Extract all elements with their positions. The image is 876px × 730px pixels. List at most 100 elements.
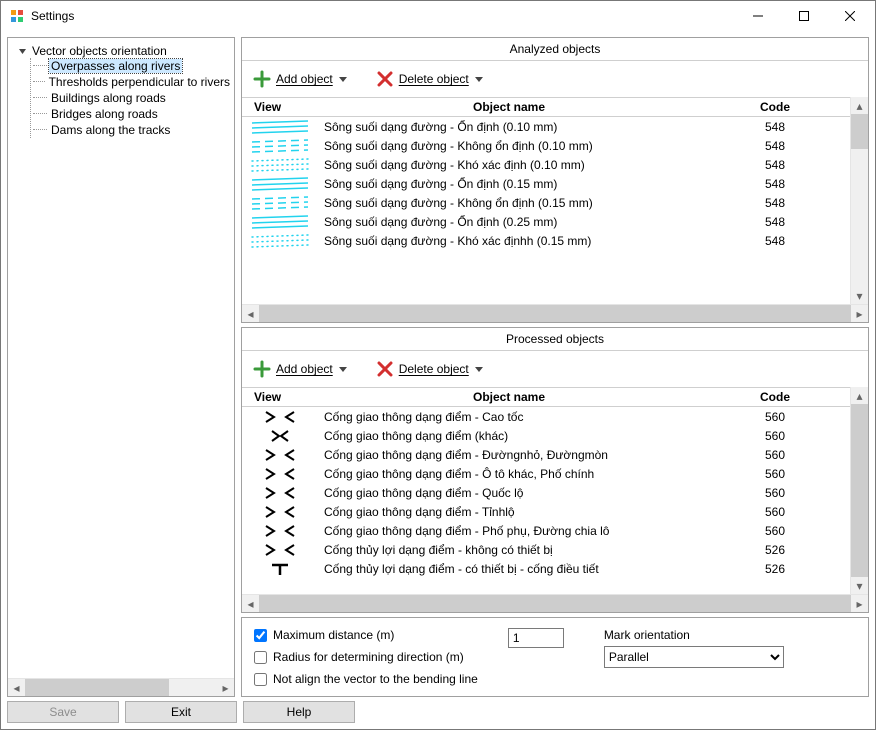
table-row[interactable]: Sông suối dạng đường - Không ổn định (0.… [242,193,850,212]
tree-item[interactable]: Overpasses along rivers [31,58,234,74]
maximize-button[interactable] [781,1,827,31]
row-view-icon [242,446,318,464]
close-button[interactable] [827,1,873,31]
tree-item-label: Buildings along roads [49,91,168,105]
table-row[interactable]: Cống thủy lợi dạng điểm - có thiết bị - … [242,559,850,578]
col-view[interactable]: View [242,98,318,116]
analyzed-delete-label: Delete object [399,72,469,86]
table-row[interactable]: Sông suối dạng đường - Ổn định (0.25 mm)… [242,212,850,231]
tree-item[interactable]: Bridges along roads [31,106,234,122]
row-name: Sông suối dạng đường - Không ổn định (0.… [318,137,700,155]
scroll-left-icon[interactable]: ◂ [242,595,259,612]
tree-root[interactable]: Vector objects orientation [16,44,234,58]
scroll-up-icon[interactable]: ▴ [851,97,868,114]
row-view-icon [242,522,318,540]
row-name: Sông suối dạng đường - Ổn định (0.10 mm) [318,118,700,136]
row-name: Sông suối dạng đường - Ổn định (0.25 mm) [318,213,700,231]
dropdown-icon[interactable] [339,362,347,376]
processed-table-header: View Object name Code [242,387,850,407]
col-view[interactable]: View [242,388,318,406]
analyzed-table[interactable]: View Object name Code Sông suối dạng đườ… [242,97,850,304]
analyzed-vertical-scrollbar[interactable]: ▴ ▾ [850,97,868,304]
tree-horizontal-scrollbar[interactable]: ◂ ▸ [8,678,234,696]
col-code[interactable]: Code [700,98,850,116]
tree-item[interactable]: Buildings along roads [31,90,234,106]
col-name[interactable]: Object name [318,388,700,406]
table-row[interactable]: Cống giao thông dạng điểm - Quốc lộ560 [242,483,850,502]
table-row[interactable]: Sông suối dạng đường - Không ổn định (0.… [242,136,850,155]
max-distance-input[interactable] [508,628,564,648]
row-code: 548 [700,137,850,155]
table-row[interactable]: Cống giao thông dạng điểm - Đườngnhỏ, Đư… [242,445,850,464]
col-name[interactable]: Object name [318,98,700,116]
analyzed-objects-title: Analyzed objects [242,38,868,61]
row-view-icon [242,484,318,502]
tree-item[interactable]: Thresholds perpendicular to rivers [31,74,234,90]
table-row[interactable]: Cống giao thông dạng điểm - Ô tô khác, P… [242,464,850,483]
not-align-checkbox[interactable] [254,673,267,686]
options-group: Maximum distance (m) Radius for determin… [241,617,869,697]
tree-item[interactable]: Dams along the tracks [31,122,234,138]
chevron-down-icon[interactable] [16,47,28,56]
table-row[interactable]: Cống thủy lợi dạng điểm - không có thiết… [242,540,850,559]
table-row[interactable]: Cống giao thông dạng điểm - Cao tốc560 [242,407,850,426]
tree-item-label: Bridges along roads [49,107,160,121]
analyzed-horizontal-scrollbar[interactable]: ◂ ▸ [242,304,868,322]
analyzed-delete-object-button[interactable]: Delete object [375,69,483,89]
row-code: 548 [700,118,850,136]
scroll-right-icon[interactable]: ▸ [217,679,234,696]
analyzed-add-object-button[interactable]: Add object [252,69,347,89]
row-view-icon [242,155,318,175]
scroll-down-icon[interactable]: ▾ [851,287,868,304]
row-code: 560 [700,446,850,464]
not-align-option[interactable]: Not align the vector to the bending line [254,672,478,686]
row-name: Cống giao thông dạng điểm - Ô tô khác, P… [318,465,700,483]
row-name: Cống thủy lợi dạng điểm - không có thiết… [318,541,700,559]
max-distance-checkbox[interactable] [254,629,267,642]
row-view-icon [242,465,318,483]
row-view-icon [242,408,318,426]
row-view-icon [242,427,318,445]
mark-orientation-select[interactable]: Parallel [604,646,784,668]
scroll-up-icon[interactable]: ▴ [851,387,868,404]
processed-add-object-button[interactable]: Add object [252,359,347,379]
table-row[interactable]: Cống giao thông dạng điểm - Phố phụ, Đườ… [242,521,850,540]
table-row[interactable]: Sông suối dạng đường - Khó xác địnhh (0.… [242,231,850,250]
row-code: 548 [700,213,850,231]
app-icon [9,8,25,24]
help-button[interactable]: Help [243,701,355,723]
dropdown-icon[interactable] [475,362,483,376]
max-distance-option[interactable]: Maximum distance (m) [254,628,478,642]
table-row[interactable]: Sông suối dạng đường - Khó xác định (0.1… [242,155,850,174]
processed-table[interactable]: View Object name Code Cống giao thông dạ… [242,387,850,594]
dropdown-icon[interactable] [475,72,483,86]
max-distance-label: Maximum distance (m) [273,628,394,642]
row-name: Cống giao thông dạng điểm - Quốc lộ [318,484,700,502]
scroll-down-icon[interactable]: ▾ [851,577,868,594]
col-code[interactable]: Code [700,388,850,406]
row-code: 548 [700,156,850,174]
radius-option[interactable]: Radius for determining direction (m) [254,650,478,664]
table-row[interactable]: Cống giao thông dạng điểm (khác)560 [242,426,850,445]
radius-checkbox[interactable] [254,651,267,664]
tree[interactable]: Vector objects orientation Overpasses al… [8,38,234,678]
processed-delete-object-button[interactable]: Delete object [375,359,483,379]
processed-objects-title: Processed objects [242,328,868,351]
exit-button[interactable]: Exit [125,701,237,723]
scroll-right-icon[interactable]: ▸ [851,595,868,612]
scroll-left-icon[interactable]: ◂ [8,679,25,696]
processed-vertical-scrollbar[interactable]: ▴ ▾ [850,387,868,594]
tree-item-label: Overpasses along rivers [49,59,182,73]
table-row[interactable]: Sông suối dạng đường - Ổn định (0.15 mm)… [242,174,850,193]
table-row[interactable]: Cống giao thông dạng điểm - Tỉnhlộ560 [242,502,850,521]
processed-horizontal-scrollbar[interactable]: ◂ ▸ [242,594,868,612]
row-view-icon [242,174,318,194]
row-view-icon [242,193,318,213]
minimize-button[interactable] [735,1,781,31]
save-button[interactable]: Save [7,701,119,723]
scroll-left-icon[interactable]: ◂ [242,305,259,322]
table-row[interactable]: Sông suối dạng đường - Ổn định (0.10 mm)… [242,117,850,136]
row-view-icon [242,560,318,578]
dropdown-icon[interactable] [339,72,347,86]
scroll-right-icon[interactable]: ▸ [851,305,868,322]
